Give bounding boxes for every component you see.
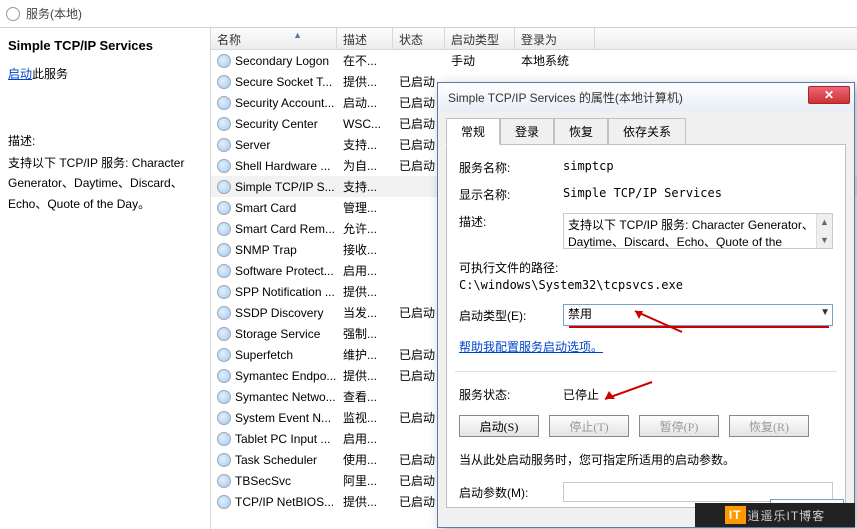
- help-link[interactable]: 帮助我配置服务启动选项。: [459, 338, 603, 355]
- service-icon: [217, 285, 231, 299]
- sort-arrow-icon: ▲: [293, 30, 302, 40]
- service-icon: [217, 75, 231, 89]
- service-icon: [217, 222, 231, 236]
- service-icon: [217, 306, 231, 320]
- value-service-name: simptcp: [563, 159, 833, 173]
- note-text: 当从此处启动服务时，您可指定所适用的启动参数。: [459, 451, 833, 468]
- service-icon: [217, 96, 231, 110]
- start-service-line: 启动此服务: [8, 65, 202, 82]
- service-icon: [217, 411, 231, 425]
- scroll-up-icon[interactable]: ▲: [817, 214, 832, 230]
- label-display-name: 显示名称:: [459, 186, 563, 203]
- close-icon[interactable]: ✕: [808, 86, 850, 104]
- desc-scrollbar[interactable]: ▲ ▼: [816, 214, 832, 248]
- service-icon: [217, 117, 231, 131]
- start-button[interactable]: 启动(S): [459, 415, 539, 437]
- service-icon: [217, 369, 231, 383]
- service-icon: [217, 138, 231, 152]
- properties-dialog: Simple TCP/IP Services 的属性(本地计算机) ✕ 常规 登…: [437, 82, 855, 528]
- dialog-body: 服务名称: simptcp 显示名称: Simple TCP/IP Servic…: [446, 144, 846, 508]
- selected-service-title: Simple TCP/IP Services: [8, 38, 202, 53]
- dialog-title: Simple TCP/IP Services 的属性(本地计算机): [448, 89, 683, 106]
- label-exe-path: 可执行文件的路径:: [459, 259, 833, 276]
- service-icon: [217, 180, 231, 194]
- scroll-down-icon[interactable]: ▼: [817, 232, 832, 248]
- dialog-titlebar[interactable]: Simple TCP/IP Services 的属性(本地计算机) ✕: [438, 83, 854, 111]
- table-row[interactable]: Secondary Logon在不...手动本地系统: [211, 50, 857, 71]
- tab-recovery[interactable]: 恢复: [554, 118, 608, 145]
- service-icon: [217, 348, 231, 362]
- label-params: 启动参数(M):: [459, 484, 563, 501]
- dialog-tabs: 常规 登录 恢复 依存关系: [438, 111, 854, 144]
- service-icon: [217, 495, 231, 509]
- value-exe-path: C:\windows\System32\tcpsvcs.exe: [459, 278, 833, 292]
- service-icon: [217, 327, 231, 341]
- service-icon: [217, 201, 231, 215]
- label-startup-type: 启动类型(E):: [459, 307, 563, 324]
- col-logon[interactable]: 登录为: [515, 28, 595, 49]
- desc-label: 描述:: [8, 132, 202, 149]
- watermark: IT 逍遥乐IT博客: [695, 503, 855, 527]
- left-panel: Simple TCP/IP Services 启动此服务 描述: 支持以下 TC…: [0, 28, 211, 529]
- label-service-name: 服务名称:: [459, 159, 563, 176]
- service-icon: [217, 159, 231, 173]
- service-icon: [217, 264, 231, 278]
- col-desc[interactable]: 描述: [337, 28, 393, 49]
- service-icon: [217, 243, 231, 257]
- service-icon: [217, 474, 231, 488]
- tab-deps[interactable]: 依存关系: [608, 118, 686, 145]
- desc-textbox[interactable]: 支持以下 TCP/IP 服务: Character Generator、Dayt…: [563, 213, 833, 249]
- top-bar: 服务(本地): [0, 0, 857, 28]
- label-status: 服务状态:: [459, 386, 563, 403]
- startup-type-select[interactable]: 禁用 ▼: [563, 304, 833, 326]
- col-startup[interactable]: 启动类型: [445, 28, 515, 49]
- service-icon: [217, 453, 231, 467]
- top-title: 服务(本地): [26, 5, 82, 22]
- value-display-name: Simple TCP/IP Services: [563, 186, 833, 200]
- gear-icon: [6, 7, 20, 21]
- resume-button: 恢复(R): [729, 415, 809, 437]
- service-description: 支持以下 TCP/IP 服务: Character Generator、Dayt…: [8, 153, 202, 214]
- divider: [455, 371, 837, 372]
- stop-button: 停止(T): [549, 415, 629, 437]
- list-header: 名称▲ 描述 状态 启动类型 登录为: [211, 28, 857, 50]
- value-status: 已停止: [563, 386, 833, 403]
- service-icon: [217, 54, 231, 68]
- chevron-down-icon: ▼: [820, 307, 830, 318]
- service-icon: [217, 390, 231, 404]
- annotation-underline: [569, 326, 829, 328]
- service-icon: [217, 432, 231, 446]
- start-service-link[interactable]: 启动: [8, 67, 32, 81]
- pause-button: 暂停(P): [639, 415, 719, 437]
- tab-general[interactable]: 常规: [446, 118, 500, 145]
- label-desc: 描述:: [459, 213, 563, 230]
- col-status[interactable]: 状态: [393, 28, 445, 49]
- tab-logon[interactable]: 登录: [500, 118, 554, 145]
- col-name[interactable]: 名称▲: [211, 28, 337, 49]
